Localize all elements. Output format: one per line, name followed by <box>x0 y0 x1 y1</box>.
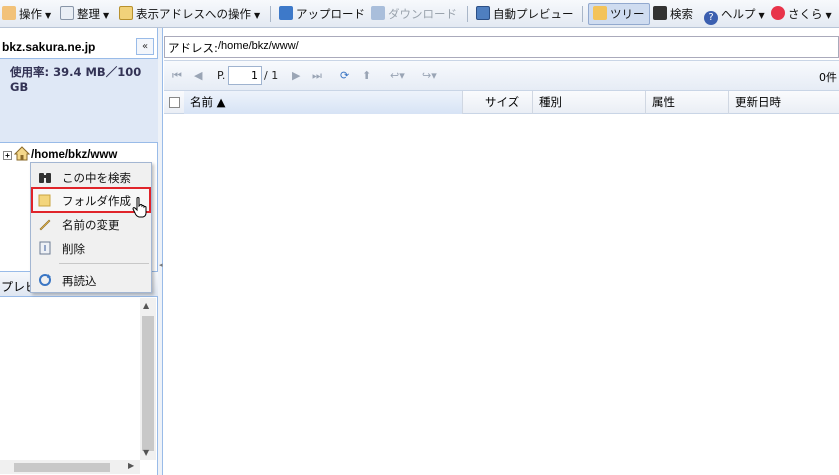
scroll-up-icon[interactable]: ▲ <box>143 301 149 310</box>
panel-splitter[interactable]: ◂ <box>158 28 163 475</box>
splitter-grip-icon: ◂ <box>159 261 163 269</box>
expand-icon[interactable]: + <box>3 151 12 160</box>
column-size[interactable]: サイズ <box>463 91 533 114</box>
hand-pointer-cursor-icon <box>132 197 147 218</box>
address-operation-menu-button[interactable]: 表示アドレスへの操作 ▼ <box>119 4 260 24</box>
scrollbar-thumb[interactable] <box>142 316 154 451</box>
tree-root-node[interactable]: + /home/bkz/www <box>3 146 117 161</box>
column-modified[interactable]: 更新日時 <box>729 91 839 114</box>
refresh-icon[interactable]: ⟳ <box>340 69 349 82</box>
operation-menu-button[interactable]: 操作 ▼ <box>2 4 51 24</box>
toolbar-separator <box>467 6 468 22</box>
menu-item-reload[interactable]: 再読込 <box>32 269 150 291</box>
address-bar[interactable]: アドレス: /home/bkz/www/ <box>164 36 839 58</box>
upload-button[interactable]: アップロード <box>279 4 365 24</box>
pagination-toolbar: ⏮ ◀ P. 1 / 1 ▶ ⏭ ⟳ ⬆ ↩▾ ↪▾ 0件 <box>164 60 839 90</box>
menu-item-delete[interactable]: 削除 <box>32 237 150 259</box>
address-icon <box>119 6 133 20</box>
chevron-down-icon: ▼ <box>45 11 52 20</box>
scroll-down-icon[interactable]: ▼ <box>143 448 149 457</box>
collapse-panel-button[interactable]: « <box>136 38 154 55</box>
menu-separator <box>59 263 149 264</box>
scroll-right-icon[interactable]: ▶ <box>128 461 134 470</box>
menu-item-search-here[interactable]: この中を検索 <box>32 166 150 188</box>
file-grid-header: 名前 ▲ サイズ 種別 属性 更新日時 <box>164 90 839 114</box>
auto-preview-button[interactable]: 自動プレビュー <box>476 4 574 24</box>
binoculars-icon <box>653 6 667 20</box>
refresh-icon <box>39 274 51 286</box>
preview-horizontal-scrollbar[interactable]: ▶ <box>0 460 140 474</box>
parent-folder-icon[interactable]: ⬆ <box>362 69 371 82</box>
select-all-checkbox[interactable] <box>169 97 180 108</box>
monitor-icon <box>476 6 490 20</box>
chevron-down-icon: ▼ <box>103 11 110 20</box>
sakura-menu-button[interactable]: さくら ▼ <box>771 4 832 24</box>
page-total: / 1 <box>264 69 279 82</box>
upload-icon <box>279 6 293 20</box>
last-page-icon[interactable]: ⏭ <box>312 69 322 83</box>
clipboard-icon <box>60 6 74 20</box>
folder-icon <box>38 194 51 207</box>
download-icon <box>371 6 385 20</box>
first-page-icon[interactable]: ⏮ <box>172 69 182 83</box>
download-button[interactable]: ダウンロード <box>371 4 457 24</box>
page-number-input[interactable]: 1 <box>228 66 262 85</box>
search-button[interactable]: 検索 <box>653 4 693 24</box>
server-name: bkz.sakura.ne.jp <box>2 40 96 54</box>
left-panel-header: bkz.sakura.ne.jp « <box>0 36 158 60</box>
help-menu-button[interactable]: ? ヘルプ ▼ <box>704 4 765 25</box>
toolbar-separator <box>270 6 271 22</box>
usage-text: 使用率: 39.4 MB／100 GB <box>10 65 142 94</box>
tree-toggle-button[interactable]: ツリー <box>588 3 650 25</box>
column-attributes[interactable]: 属性 <box>646 91 729 114</box>
column-type[interactable]: 種別 <box>533 91 646 114</box>
item-count: 0件 <box>819 71 837 84</box>
scrollbar-thumb[interactable] <box>14 463 110 472</box>
back-icon[interactable]: ↩▾ <box>390 69 405 82</box>
prev-page-icon[interactable]: ◀ <box>194 69 202 82</box>
chevron-down-icon: ▼ <box>254 11 261 20</box>
page-prefix: P. <box>217 69 226 82</box>
forward-icon[interactable]: ↪▾ <box>422 69 437 82</box>
toolbar-separator <box>582 6 583 22</box>
home-icon <box>14 146 30 161</box>
sakura-icon <box>771 6 785 20</box>
chevron-down-icon: ▼ <box>825 11 832 20</box>
organize-menu-button[interactable]: 整理 ▼ <box>60 4 109 24</box>
binoculars-icon <box>39 173 51 183</box>
column-name[interactable]: 名前 ▲ <box>184 91 463 114</box>
next-page-icon[interactable]: ▶ <box>292 69 300 82</box>
context-menu: この中を検索 フォルダ作成 名前の変更 削除 再読込 <box>30 162 152 293</box>
help-icon: ? <box>704 11 718 25</box>
tree-icon <box>593 6 607 20</box>
preview-vertical-scrollbar[interactable]: ▲ ▼ <box>140 298 156 460</box>
chevron-down-icon: ▼ <box>758 11 765 20</box>
toolbar: 操作 ▼ 整理 ▼ 表示アドレスへの操作 ▼ アップロード ダウンロード 自動プレビュ… <box>0 0 839 28</box>
tree-root-label: /home/bkz/www <box>31 149 118 161</box>
address-label: アドレス: <box>168 41 218 55</box>
address-input[interactable]: /home/bkz/www/ <box>218 40 299 52</box>
usage-panel: 使用率: 39.4 MB／100 GB <box>0 58 158 143</box>
delete-icon <box>39 241 51 255</box>
hand-icon <box>2 6 16 20</box>
pencil-icon <box>39 219 51 231</box>
